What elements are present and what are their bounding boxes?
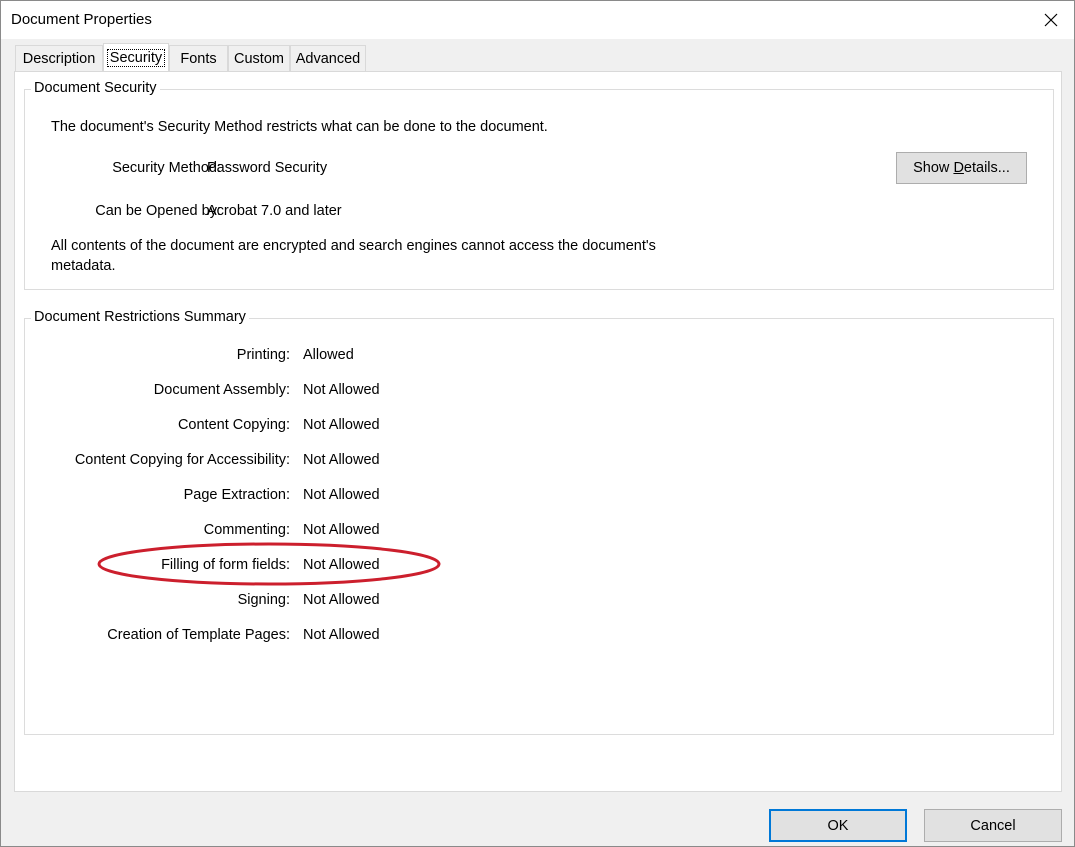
restriction-value-content-copying: Not Allowed bbox=[303, 417, 380, 433]
window-title: Document Properties bbox=[11, 11, 152, 28]
tab-description-label: Description bbox=[22, 50, 96, 67]
close-button[interactable] bbox=[1028, 1, 1074, 39]
document-security-group: Document Security The document's Securit… bbox=[24, 80, 1054, 290]
restriction-label-document-assembly: Document Assembly: bbox=[153, 382, 290, 398]
cancel-button-label: Cancel bbox=[970, 817, 1016, 834]
show-details-prefix: Show bbox=[913, 160, 954, 176]
restriction-label-printing: Printing: bbox=[236, 347, 290, 363]
tab-fonts[interactable]: Fonts bbox=[169, 45, 228, 71]
restriction-value-document-assembly: Not Allowed bbox=[303, 382, 380, 398]
security-method-label: Security Method: bbox=[112, 160, 221, 176]
restrictions-summary-group: Document Restrictions Summary Printing: … bbox=[24, 309, 1054, 735]
restriction-value-filling-form-fields: Not Allowed bbox=[303, 557, 380, 573]
show-details-suffix: etails... bbox=[963, 160, 1010, 176]
title-bar: Document Properties bbox=[1, 1, 1074, 39]
encryption-note-line1: All contents of the document are encrypt… bbox=[51, 238, 656, 254]
tab-security[interactable]: Security bbox=[103, 43, 169, 71]
restriction-value-page-extraction: Not Allowed bbox=[303, 487, 380, 503]
tab-custom-label: Custom bbox=[234, 50, 284, 67]
security-intro-text: The document's Security Method restricts… bbox=[51, 119, 548, 135]
close-icon bbox=[1044, 13, 1058, 27]
tab-custom[interactable]: Custom bbox=[228, 45, 290, 71]
restriction-value-signing: Not Allowed bbox=[303, 592, 380, 608]
restrictions-summary-group-title: Document Restrictions Summary bbox=[31, 309, 249, 325]
restriction-label-template-pages: Creation of Template Pages: bbox=[107, 627, 290, 643]
tab-advanced[interactable]: Advanced bbox=[290, 45, 366, 71]
ok-button-label: OK bbox=[827, 817, 849, 834]
document-security-group-title: Document Security bbox=[31, 80, 160, 96]
restriction-label-filling-form-fields: Filling of form fields: bbox=[161, 557, 290, 573]
show-details-button[interactable]: Show Details... bbox=[896, 152, 1027, 184]
tab-fonts-label: Fonts bbox=[180, 50, 217, 67]
restriction-label-content-copying: Content Copying: bbox=[177, 417, 290, 433]
restriction-value-content-copying-accessibility: Not Allowed bbox=[303, 452, 380, 468]
tab-advanced-label: Advanced bbox=[295, 50, 361, 67]
security-tab-panel: Document Security The document's Securit… bbox=[14, 71, 1062, 792]
restriction-value-commenting: Not Allowed bbox=[303, 522, 380, 538]
security-method-value: Password Security bbox=[207, 160, 328, 176]
restriction-label-content-copying-accessibility: Content Copying for Accessibility: bbox=[74, 452, 290, 468]
restriction-label-signing: Signing: bbox=[237, 592, 290, 608]
encryption-note-line2: metadata. bbox=[51, 258, 116, 274]
document-properties-dialog: Document Properties Description Security… bbox=[0, 0, 1075, 847]
opened-by-label: Can be Opened by: bbox=[95, 203, 221, 219]
restriction-value-printing: Allowed bbox=[303, 347, 354, 363]
cancel-button[interactable]: Cancel bbox=[924, 809, 1062, 842]
restriction-value-template-pages: Not Allowed bbox=[303, 627, 380, 643]
restriction-label-page-extraction: Page Extraction: bbox=[183, 487, 290, 503]
ok-button[interactable]: OK bbox=[769, 809, 907, 842]
show-details-mnemonic: D bbox=[953, 160, 964, 176]
restriction-label-commenting: Commenting: bbox=[203, 522, 290, 538]
tab-description[interactable]: Description bbox=[15, 45, 103, 71]
opened-by-value: Acrobat 7.0 and later bbox=[207, 203, 342, 219]
tab-security-label: Security bbox=[106, 48, 166, 67]
